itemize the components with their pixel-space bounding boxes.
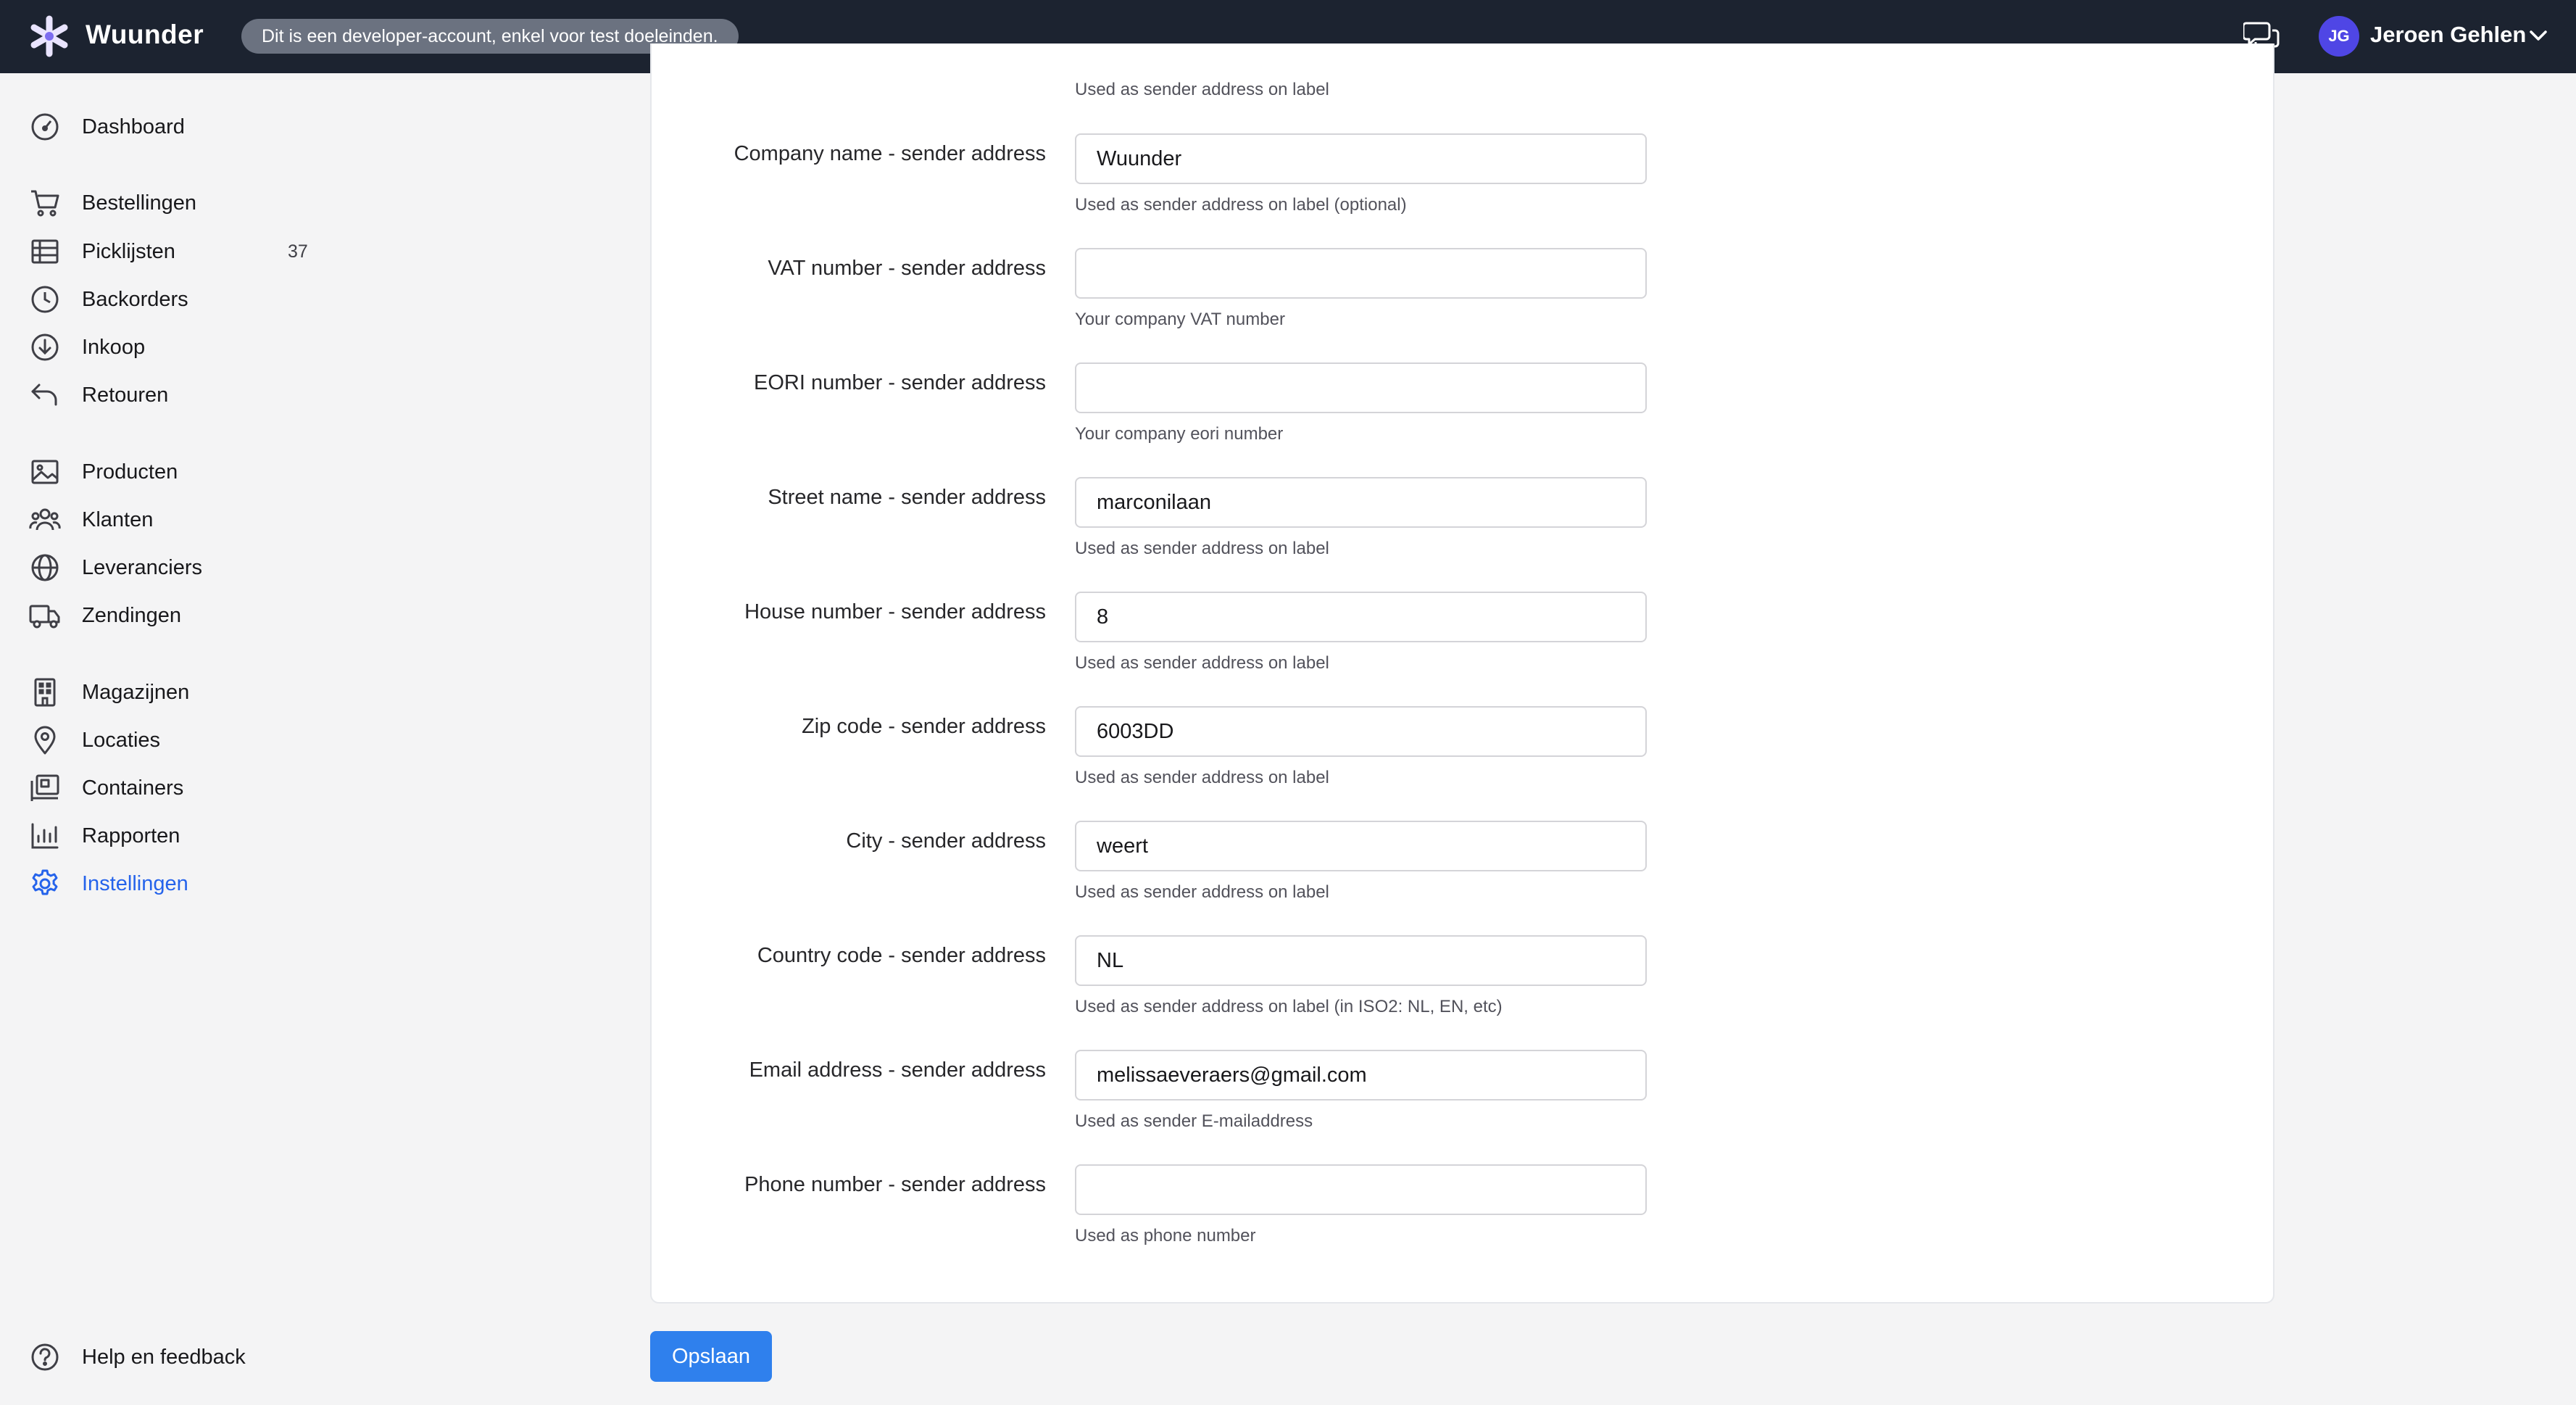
user-avatar[interactable]: JG [2319,16,2359,57]
phone-number-input[interactable] [1075,1164,1647,1215]
sidebar-item-label: Picklijsten [82,239,175,263]
image-icon [31,460,59,484]
gear-icon [32,869,58,895]
sidebar-item-label: Zendingen [82,603,182,627]
sidebar-item-leveranciers[interactable]: Leveranciers [29,547,333,588]
user-name[interactable]: Jeroen Gehlen [2370,22,2526,48]
sidebar-item-label: Instellingen [82,871,188,895]
phone-number-field-row: Phone number - sender address Used as ph… [650,1164,2274,1279]
table-list-icon [31,239,59,264]
field-label: Email address - sender address [749,1058,1046,1082]
help-feedback-link[interactable]: Help en feedback [29,1337,333,1377]
field-label: EORI number - sender address [754,371,1046,394]
sidebar-item-dashboard[interactable]: Dashboard [29,107,333,147]
picklijsten-count-badge: 37 [288,241,308,262]
vat-number-field-row: VAT number - sender address Your company… [650,248,2274,362]
clock-icon [31,286,59,313]
eori-number-input[interactable] [1075,362,1647,413]
return-arrow-icon [31,384,57,406]
company-name-field-row: Company name - sender address Used as se… [650,133,2274,248]
shopping-cart-icon [31,190,59,217]
field-help-text: Your company VAT number [1075,310,1285,329]
country-code-field-row: Country code - sender address Used as se… [650,935,2274,1050]
house-number-input[interactable] [1075,592,1647,642]
building-icon [34,678,56,707]
sidebar-item-locaties[interactable]: Locaties [29,720,333,760]
sidebar-item-label: Producten [82,460,178,484]
field-help-text: Your company eori number [1075,424,1284,444]
field-help-text: Used as sender address on label [1075,653,1329,673]
eori-number-field-row: EORI number - sender address Your compan… [650,362,2274,477]
sidebar-item-producten[interactable]: Producten [29,452,333,492]
sidebar-item-label: Retouren [82,383,169,407]
zip-code-field-row: Zip code - sender address Used as sender… [650,706,2274,821]
city-field-row: City - sender address Used as sender add… [650,821,2274,935]
field-help-text: Used as sender address on label [1075,539,1329,558]
street-name-input[interactable] [1075,477,1647,528]
sidebar: Dashboard Bestellingen Picklijsten 37 Ba… [0,73,594,1405]
app-title[interactable]: Wuunder [86,20,204,50]
field-label: Company name - sender address [734,142,1046,165]
wuunder-logo-icon[interactable] [29,14,70,58]
help-feedback-label: Help en feedback [82,1345,246,1369]
sidebar-item-label: Rapporten [82,824,180,847]
save-button[interactable]: Opslaan [650,1331,772,1382]
sidebar-item-zendingen[interactable]: Zendingen [29,595,333,636]
sidebar-item-picklijsten[interactable]: Picklijsten 37 [29,231,333,272]
sidebar-item-inkoop[interactable]: Inkoop [29,327,333,368]
download-circle-icon [31,333,59,361]
street-name-field-row: Street name - sender address Used as sen… [650,477,2274,592]
sidebar-item-label: Klanten [82,507,154,531]
sidebar-item-containers[interactable]: Containers [29,768,333,808]
field-label: House number - sender address [744,600,1046,623]
sidebar-item-label: Backorders [82,287,188,311]
sidebar-item-label: Containers [82,776,184,800]
sidebar-item-label: Dashboard [82,115,185,138]
container-icon [30,774,59,801]
house-number-field-row: House number - sender address Used as se… [650,592,2274,706]
field-help-text: Used as sender address on label [1075,768,1329,787]
sidebar-item-magazijnen[interactable]: Magazijnen [29,672,333,713]
field-help-text: Used as sender address on label [1075,882,1329,902]
truck-icon [29,605,60,629]
sidebar-item-backorders[interactable]: Backorders [29,279,333,320]
chevron-down-icon[interactable] [2528,28,2548,43]
field-help-text: Used as sender E-mailaddress [1075,1111,1313,1131]
bar-chart-icon [31,823,59,849]
users-icon [29,508,61,531]
zip-code-input[interactable] [1075,706,1647,757]
field-label: Street name - sender address [768,486,1046,509]
sidebar-item-label: Leveranciers [82,555,203,579]
field-label: City - sender address [846,829,1046,853]
sidebar-item-retouren[interactable]: Retouren [29,375,333,415]
field-help-text: Used as phone number [1075,1226,1256,1246]
sidebar-item-label: Magazijnen [82,680,190,704]
sidebar-item-bestellingen[interactable]: Bestellingen [29,183,333,223]
field-help-text: Used as sender address on label (in ISO2… [1075,997,1503,1016]
sidebar-item-klanten[interactable]: Klanten [29,500,333,540]
question-circle-icon [31,1343,59,1371]
sidebar-item-instellingen[interactable]: Instellingen [29,863,333,904]
company-name-input[interactable] [1075,133,1647,184]
vat-number-input[interactable] [1075,248,1647,299]
email-address-field-row: Email address - sender address Used as s… [650,1050,2274,1164]
city-input[interactable] [1075,821,1647,871]
sidebar-item-label: Inkoop [82,335,146,359]
field-help-text: Used as sender address on label [1075,80,1329,99]
email-address-input[interactable] [1075,1050,1647,1101]
dashboard-gauge-icon [31,113,59,141]
sidebar-item-label: Bestellingen [82,191,196,215]
globe-icon [31,554,59,581]
sidebar-item-rapporten[interactable]: Rapporten [29,816,333,856]
field-label: Phone number - sender address [744,1173,1046,1196]
field-help-text: Used as sender address on label (optiona… [1075,195,1407,215]
field-label: Country code - sender address [757,944,1046,967]
field-label: VAT number - sender address [768,257,1046,280]
field-label: Zip code - sender address [802,715,1046,738]
sidebar-item-label: Locaties [82,728,161,752]
map-pin-icon [34,726,56,755]
country-code-input[interactable] [1075,935,1647,986]
